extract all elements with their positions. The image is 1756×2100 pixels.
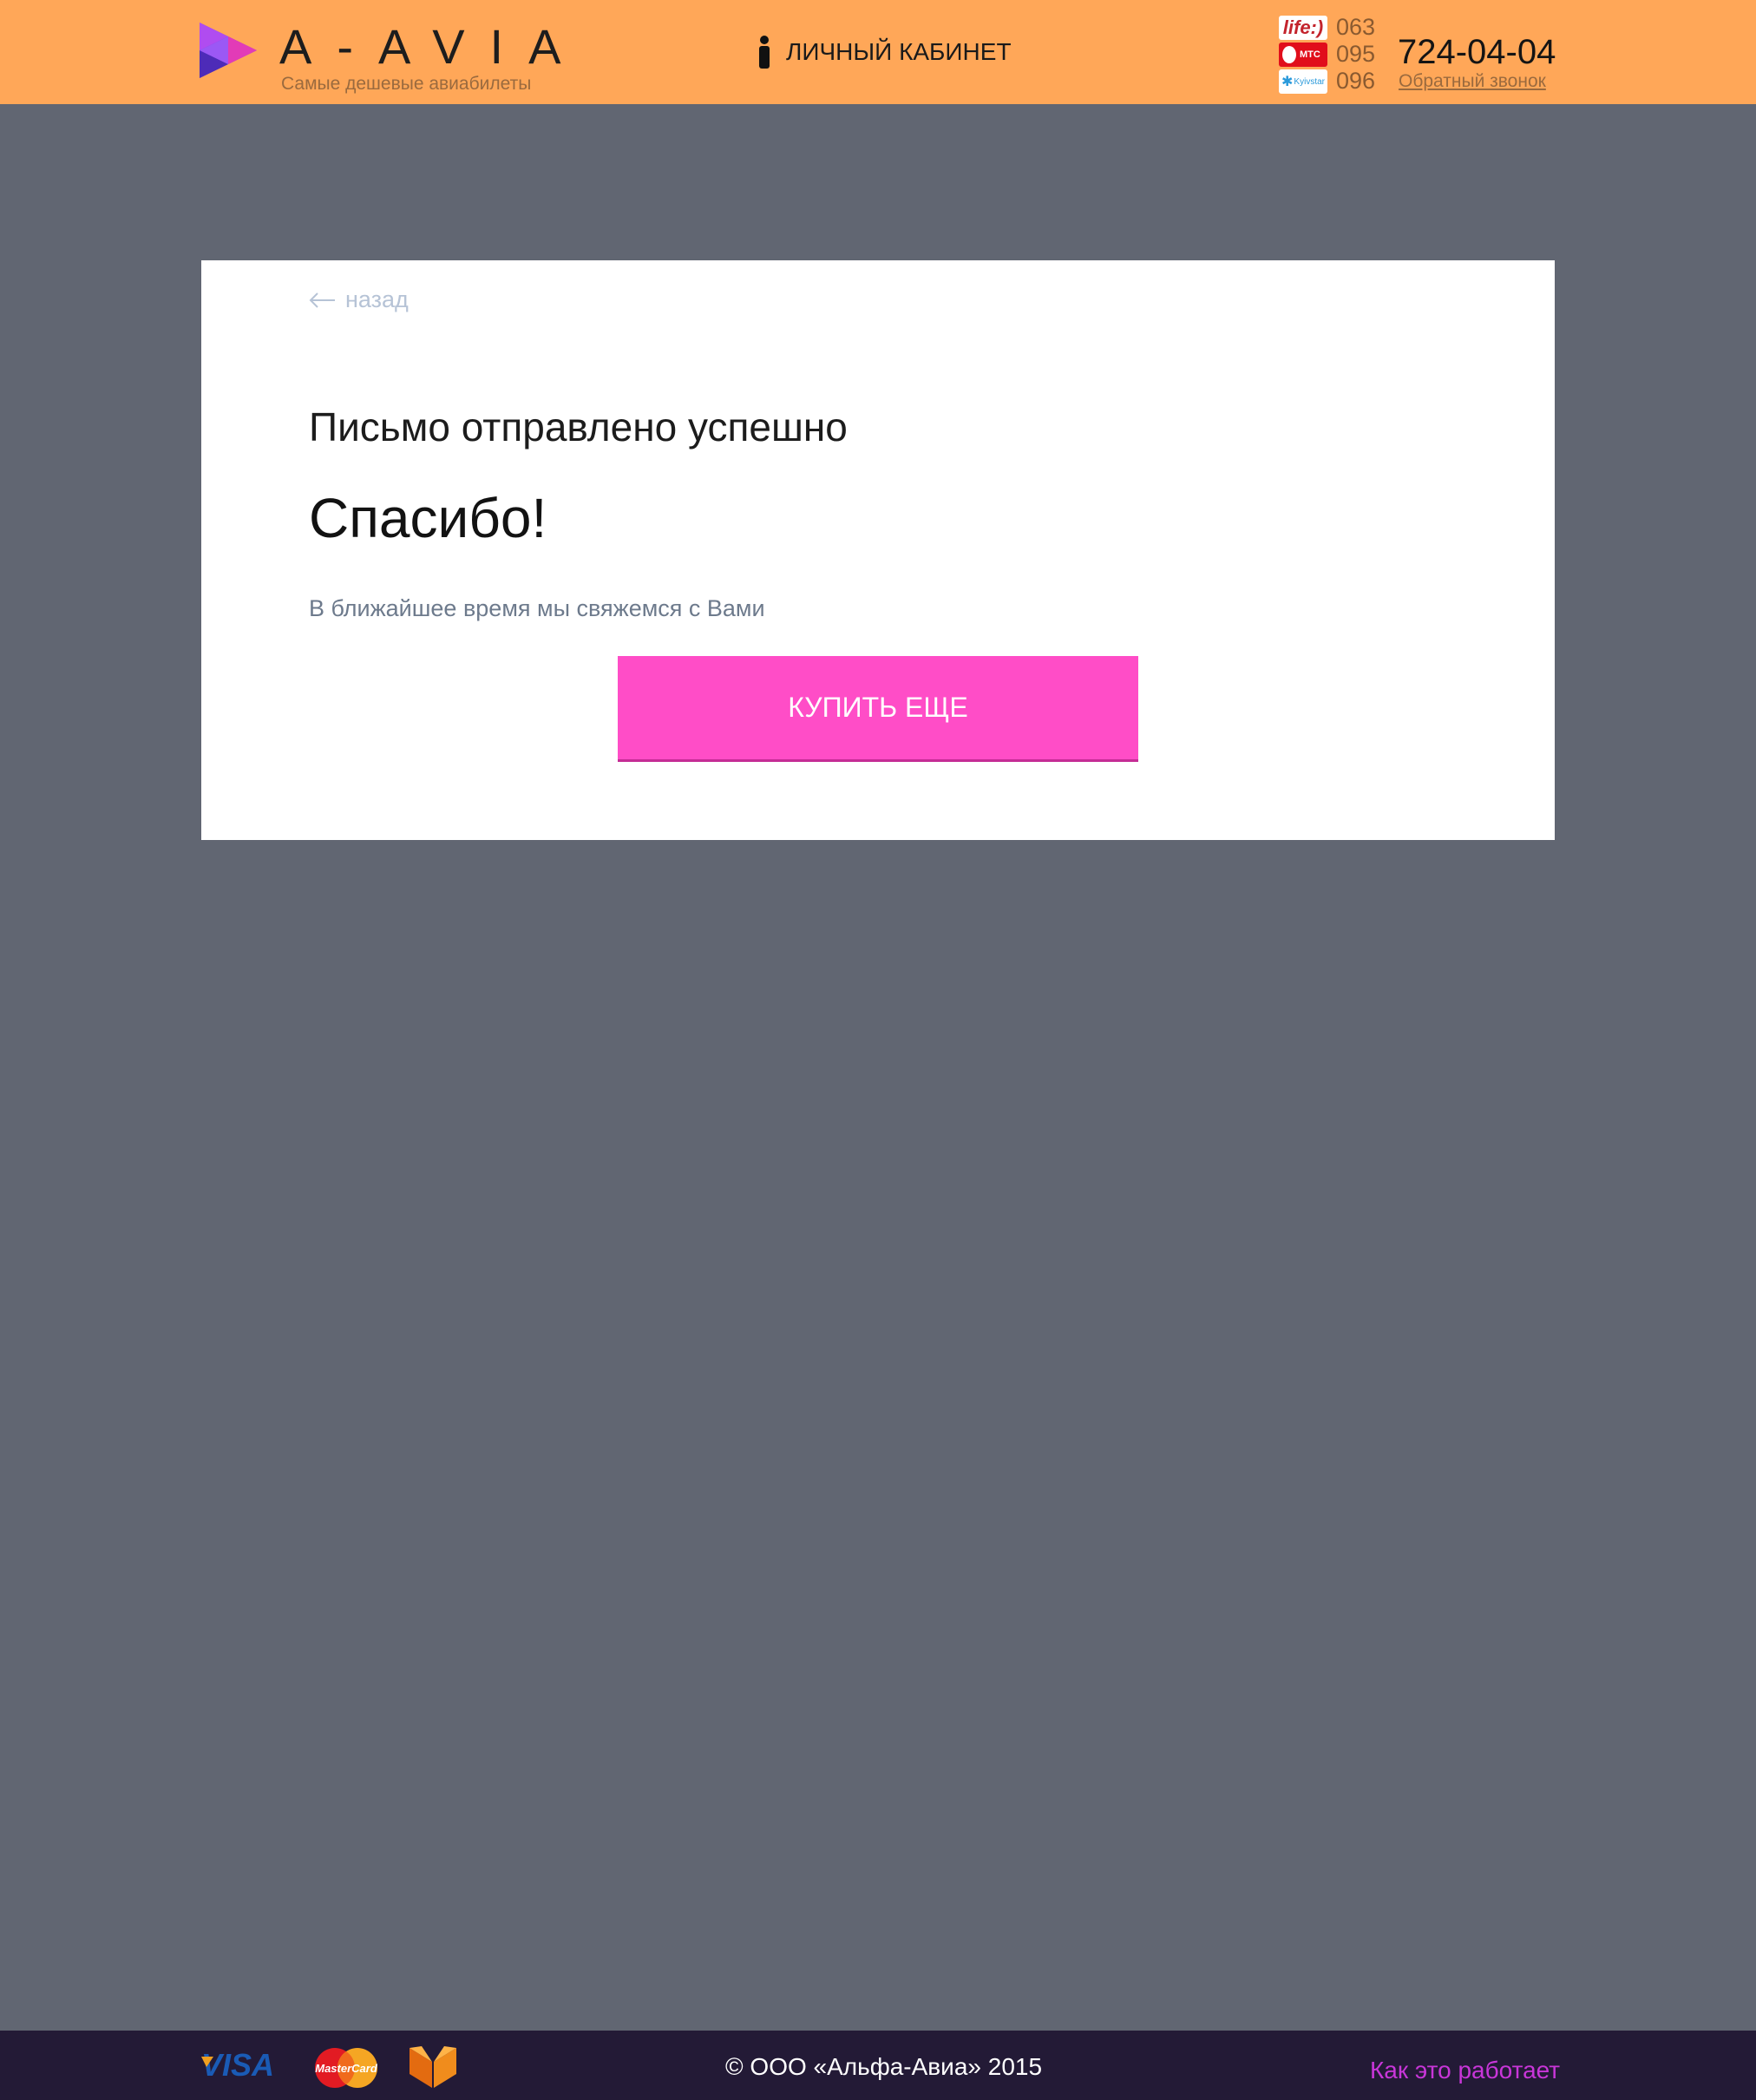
cabinet-label: ЛИЧНЫЙ КАБИНЕТ: [786, 38, 1012, 65]
mts-logo-icon: МТС: [1279, 43, 1327, 67]
thanks-heading: Спасибо!: [309, 487, 547, 549]
svg-text:VISA: VISA: [201, 2050, 274, 2081]
site-footer: VISA MasterCard © ООО «Альфа-Авиа» 2015 …: [0, 2031, 1756, 2100]
logo-text[interactable]: A-AVIA: [279, 23, 586, 71]
operator-code: 063: [1336, 14, 1376, 40]
personal-cabinet-link[interactable]: ЛИЧНЫЙ КАБИНЕТ: [757, 36, 1012, 69]
buy-more-button[interactable]: КУПИТЬ ЕЩЕ: [618, 656, 1138, 762]
operator-code: 095: [1336, 41, 1376, 67]
visa-logo-icon: VISA: [201, 2050, 274, 2081]
kyivstar-logo-icon: ✱ Kyivstar: [1279, 69, 1327, 94]
arrow-left-icon: [309, 292, 335, 308]
svg-text:MasterCard: MasterCard: [315, 2062, 378, 2075]
how-it-works-link[interactable]: Как это работает: [1370, 2057, 1560, 2084]
back-link[interactable]: назад: [309, 286, 409, 313]
copyright-text: © ООО «Альфа-Авиа» 2015: [725, 2053, 1043, 2080]
mastercard-logo-icon: MasterCard: [315, 2048, 378, 2088]
life-logo-icon: life:): [1279, 16, 1327, 40]
success-title: Письмо отправлено успешно: [309, 404, 848, 450]
callback-link[interactable]: Обратный звонок: [1399, 71, 1546, 92]
logo-tagline: Самые дешевые авиабилеты: [281, 74, 532, 94]
back-label: назад: [345, 286, 409, 312]
phone-number[interactable]: 724-04-04: [1398, 33, 1556, 72]
confirmation-card: назад Письмо отправлено успешно Спасибо!…: [201, 260, 1555, 840]
payment-system-logo-icon: [410, 2046, 456, 2088]
operator-logos: life:) МТС ✱ Kyivstar: [1279, 16, 1329, 96]
site-header: A-AVIA Самые дешевые авиабилеты ЛИЧНЫЙ К…: [0, 0, 1756, 104]
contact-soon-text: В ближайшее время мы свяжемся с Вами: [309, 595, 765, 621]
logo-icon[interactable]: [200, 23, 257, 78]
person-icon: [759, 36, 770, 69]
operator-codes: 063 095 096: [1336, 14, 1375, 95]
operator-code: 096: [1336, 68, 1376, 94]
